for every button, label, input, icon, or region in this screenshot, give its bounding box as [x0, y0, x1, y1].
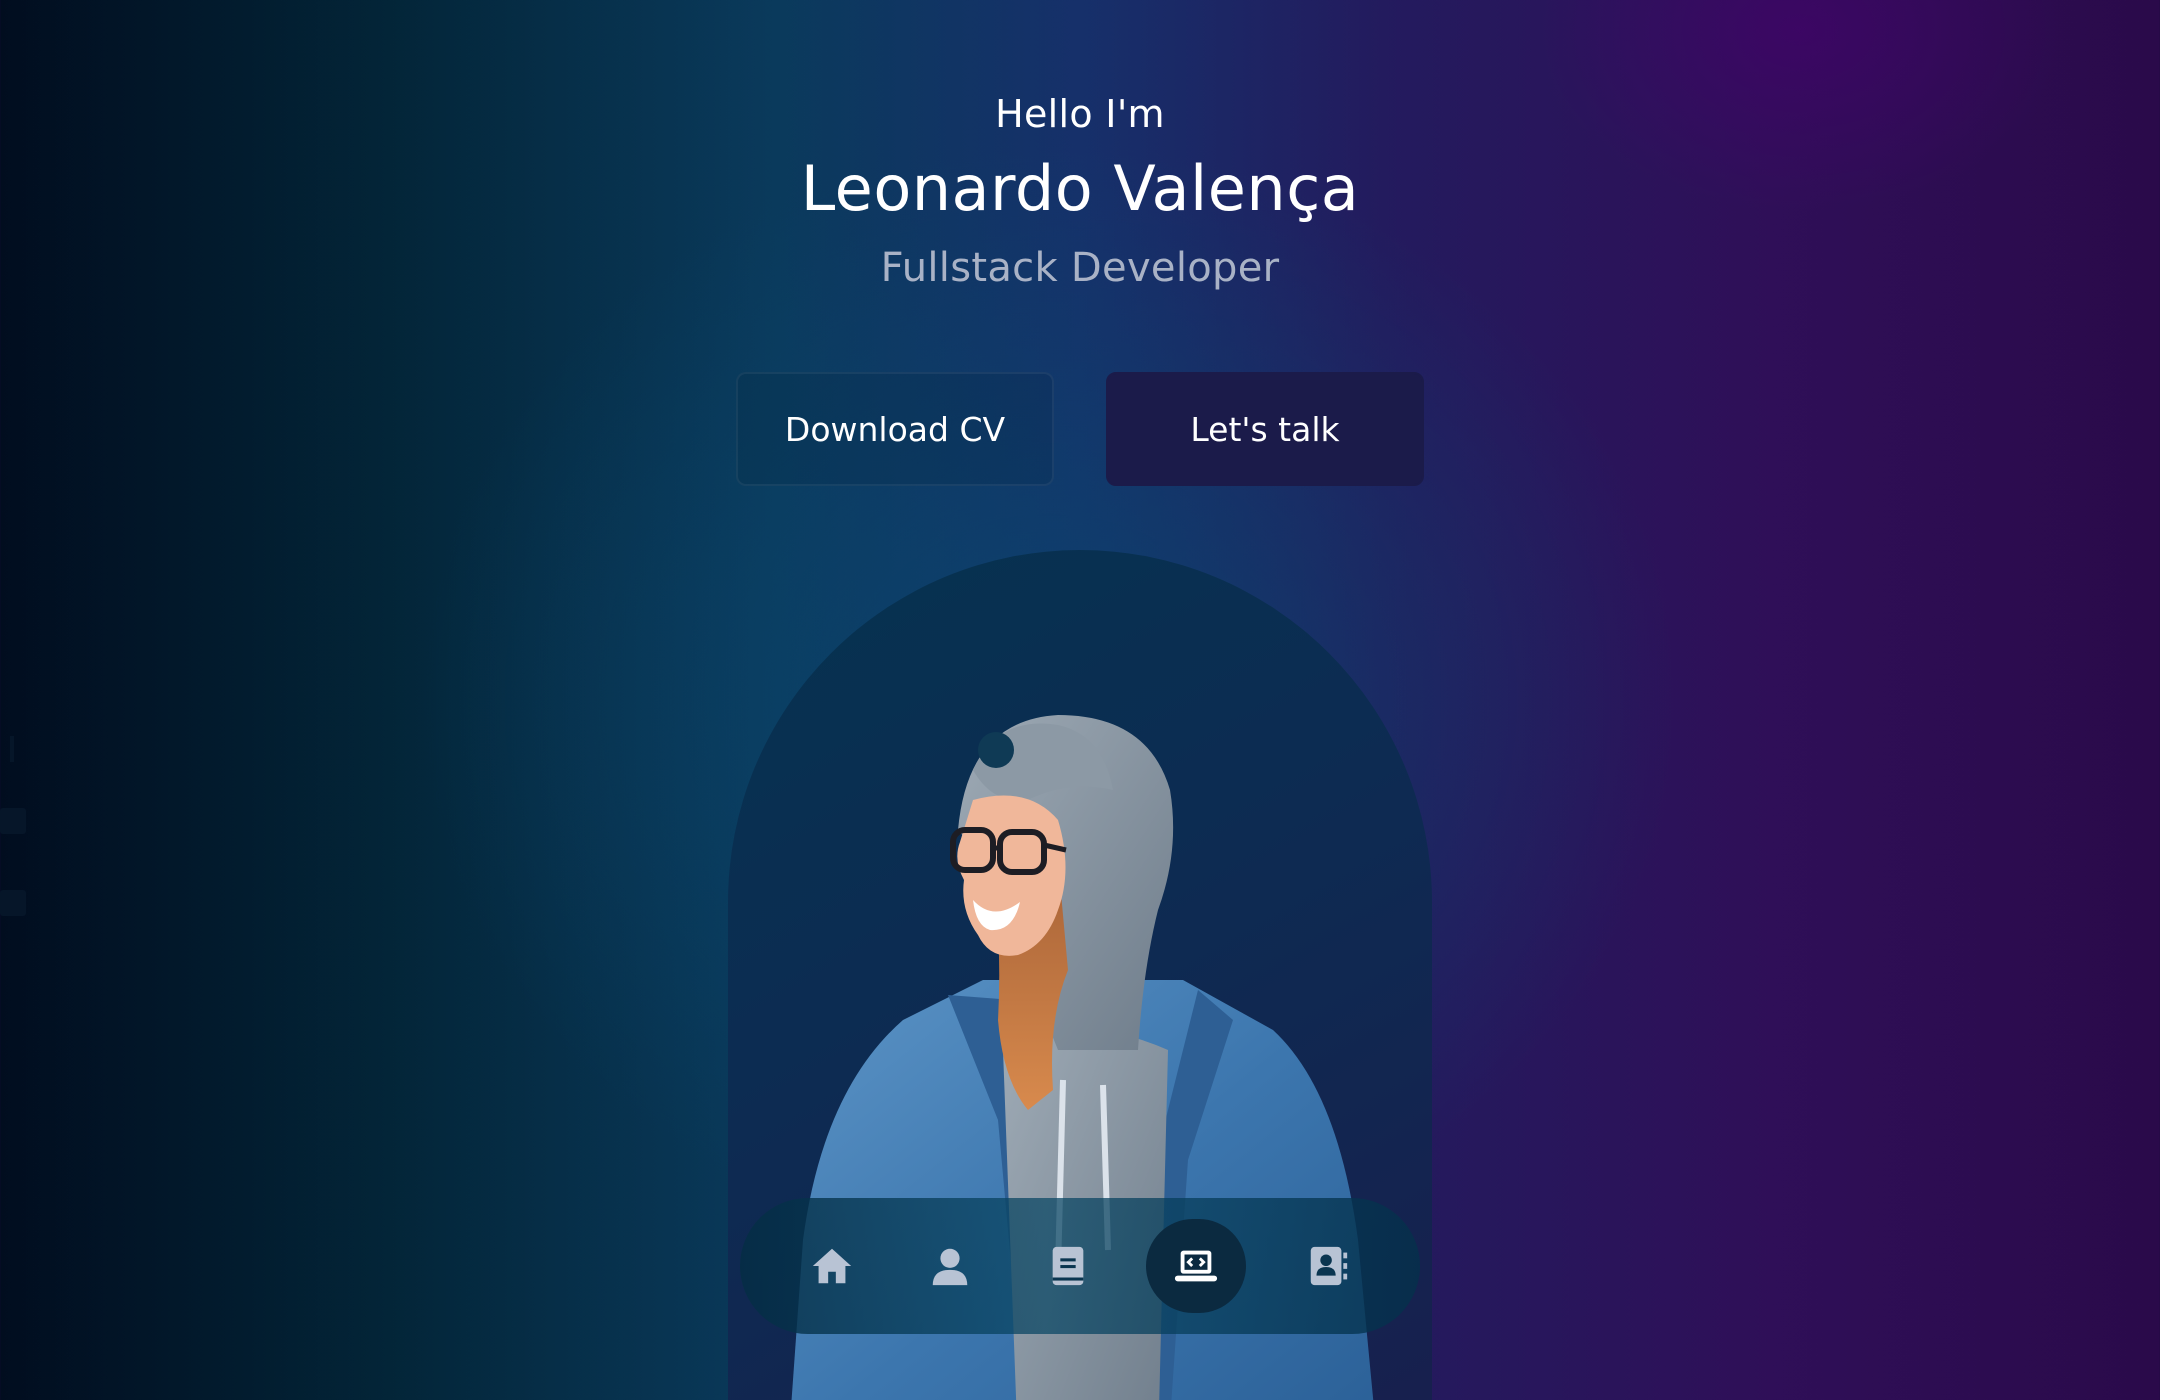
nav-portfolio-button[interactable] — [1146, 1219, 1246, 1313]
role-subtitle: Fullstack Developer — [880, 245, 1280, 291]
user-icon — [932, 1248, 968, 1286]
download-cv-button[interactable]: Download CV — [736, 372, 1054, 486]
home-icon — [812, 1248, 852, 1284]
nav-home-button[interactable] — [782, 1219, 882, 1313]
contact-book-icon — [1310, 1246, 1348, 1286]
greeting-text: Hello I'm — [995, 92, 1165, 136]
name-heading: Leonardo Valença — [800, 152, 1360, 225]
lets-talk-button[interactable]: Let's talk — [1106, 372, 1424, 486]
nav-about-button[interactable] — [900, 1219, 1000, 1313]
bottom-nav — [740, 1198, 1420, 1334]
book-icon — [1052, 1246, 1084, 1286]
nav-contact-button[interactable] — [1278, 1219, 1378, 1313]
side-decoration — [0, 736, 26, 916]
laptop-code-icon — [1174, 1250, 1218, 1282]
nav-experience-button[interactable] — [1018, 1219, 1118, 1313]
